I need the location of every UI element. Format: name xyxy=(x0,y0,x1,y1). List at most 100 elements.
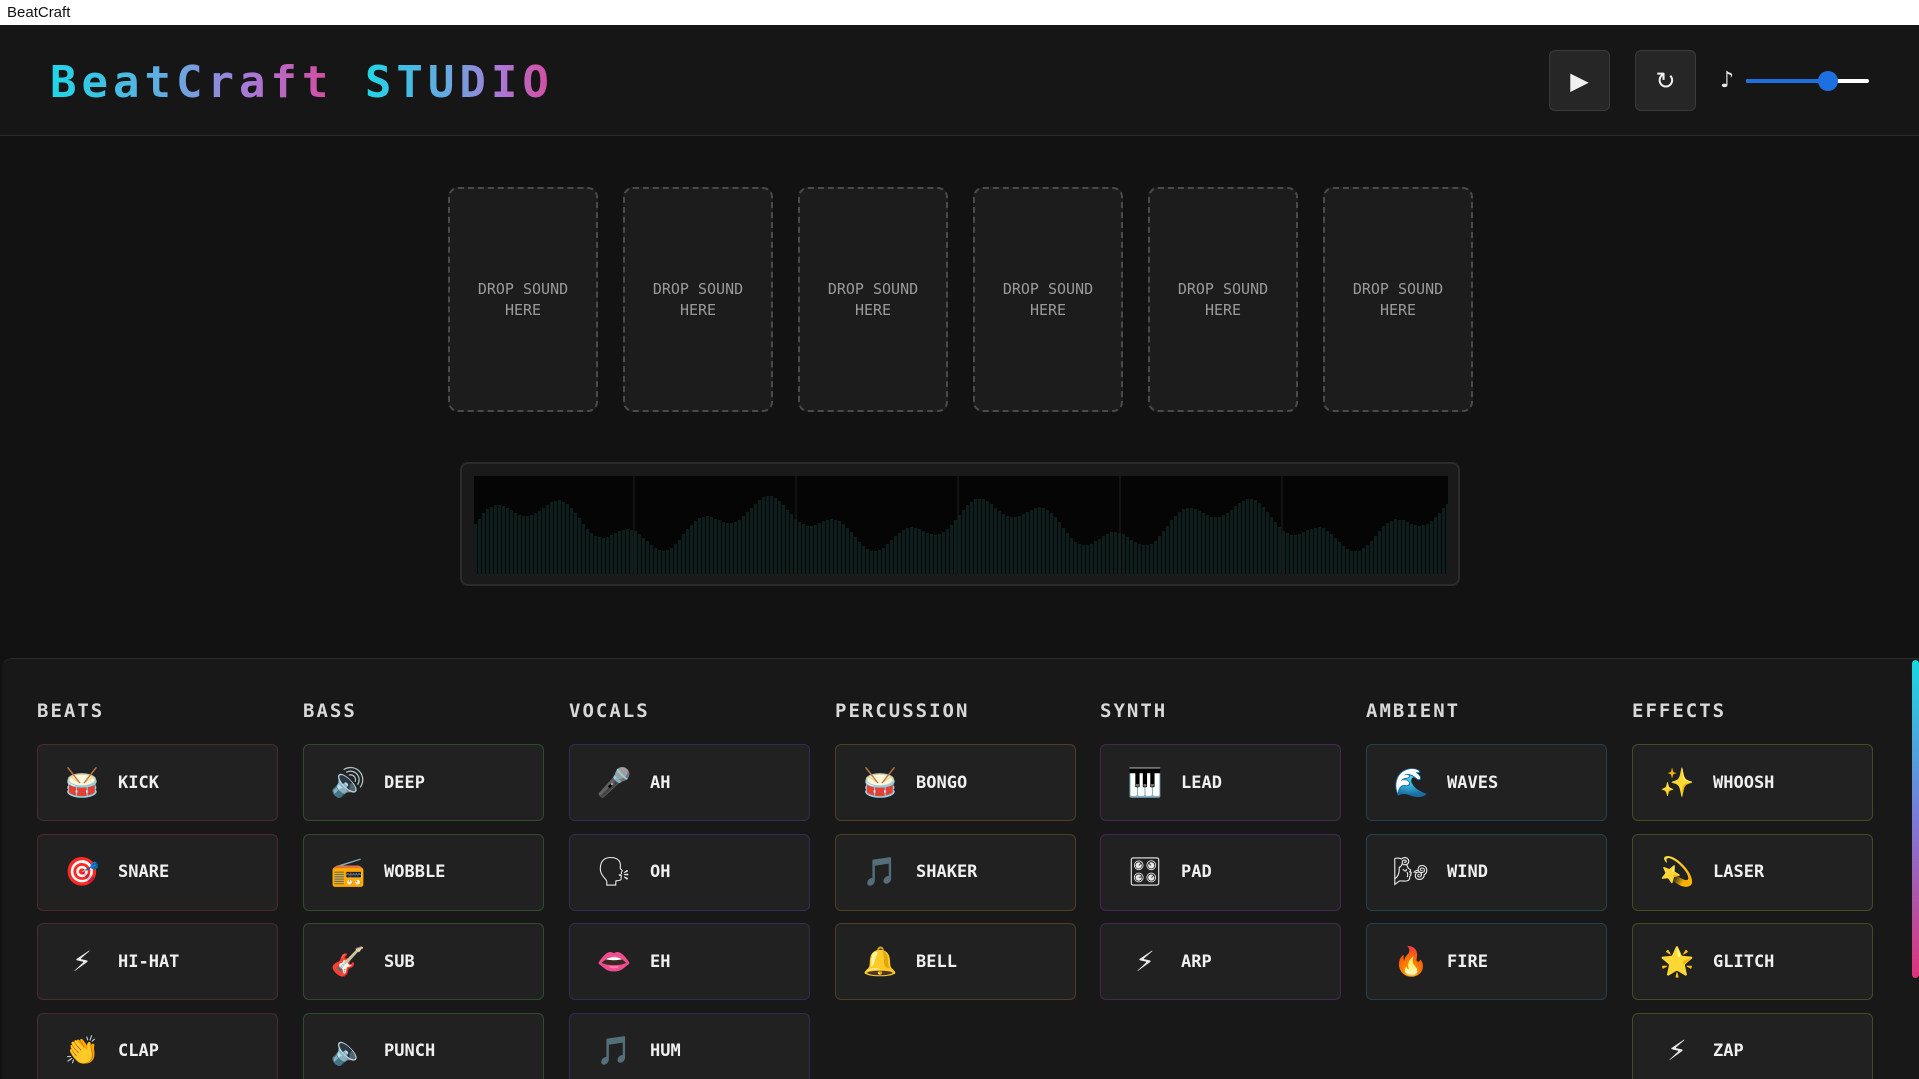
drop-slot[interactable]: DROP SOUND HERE xyxy=(798,187,948,412)
waveform-bar xyxy=(1254,500,1257,574)
waveform-bar xyxy=(1110,532,1113,574)
waveform-bar xyxy=(938,534,941,574)
fire-icon: 🔥 xyxy=(1393,944,1429,978)
window-titlebar: BeatCraft xyxy=(0,0,1919,25)
sound-button-bell[interactable]: 🔔 BELL xyxy=(835,923,1076,1000)
waveform-bar xyxy=(610,535,613,574)
waveform-bar xyxy=(474,524,477,574)
waveform-bar xyxy=(950,525,953,574)
reset-button[interactable]: ↻ xyxy=(1635,50,1696,111)
waveform-bar xyxy=(1162,531,1165,574)
sound-button-wind[interactable]: 🌬 WIND xyxy=(1366,833,1607,911)
sound-button-bongo[interactable]: 🥁 BONGO xyxy=(835,744,1076,821)
sound-button-whoosh[interactable]: ✨ WHOOSH xyxy=(1632,744,1873,821)
sound-button-shaker[interactable]: 🎵 SHAKER xyxy=(835,833,1076,911)
drop-slot[interactable]: DROP SOUND HERE xyxy=(1148,187,1298,412)
waveform-bar xyxy=(538,511,541,574)
waveform-bar xyxy=(942,532,945,574)
waveform-bar xyxy=(782,505,785,574)
volume-slider[interactable] xyxy=(1746,71,1869,91)
waveform-bar xyxy=(974,499,977,574)
sound-button-waves[interactable]: 🌊 WAVES xyxy=(1366,744,1607,821)
bell-icon: 🔔 xyxy=(862,944,898,978)
waveform-bar xyxy=(902,530,905,574)
sound-button-punch[interactable]: 🔈 PUNCH xyxy=(303,1012,544,1079)
sound-button-fire[interactable]: 🔥 FIRE xyxy=(1366,923,1607,1000)
sound-button-laser[interactable]: 💫 LASER xyxy=(1632,833,1873,911)
volume-slider-thumb[interactable] xyxy=(1818,71,1839,91)
waveform-bar xyxy=(518,515,521,574)
waveform-bar xyxy=(734,522,737,574)
sound-button-pad[interactable]: 🎛 PAD xyxy=(1100,833,1341,911)
waveform-bar xyxy=(1238,503,1241,574)
waveform-bar xyxy=(658,550,661,574)
waveform-bar xyxy=(1046,510,1049,574)
clap-icon: 👏 xyxy=(64,1034,100,1067)
waveform-bar xyxy=(1390,521,1393,574)
waveform-bar xyxy=(1362,548,1365,574)
sound-label: OH xyxy=(650,862,671,882)
waveform-bar xyxy=(1158,536,1161,574)
waveform-bar xyxy=(706,516,709,574)
waveform-bar xyxy=(838,521,841,574)
waveform-bar xyxy=(1146,545,1149,574)
waveform-bar xyxy=(1062,528,1065,574)
sound-button-clap[interactable]: 👏 CLAP xyxy=(37,1012,278,1079)
waveform-bar xyxy=(1414,525,1417,574)
waveform-bar xyxy=(1286,533,1289,574)
waveform-bar xyxy=(630,530,633,574)
logo-text-beatcraft: BeatCraft xyxy=(50,57,334,108)
sound-button-lead[interactable]: 🎹 LEAD xyxy=(1100,744,1341,821)
waveform-bar xyxy=(814,525,817,574)
sound-button-kick[interactable]: 🥁 KICK xyxy=(37,744,278,821)
sound-button-glitch[interactable]: 🌟 GLITCH xyxy=(1632,923,1873,1000)
sound-button-hum[interactable]: 🎵 HUM xyxy=(569,1012,810,1079)
sound-button-wobble[interactable]: 📻 WOBBLE xyxy=(303,833,544,911)
drop-slot[interactable]: DROP SOUND HERE xyxy=(1323,187,1473,412)
waveform-bar xyxy=(534,513,537,574)
waveform-bar xyxy=(806,526,809,574)
waveform-bar xyxy=(1078,544,1081,574)
waveform-bar xyxy=(802,524,805,574)
waveform-bar xyxy=(790,514,793,574)
waveform-bar xyxy=(1342,546,1345,574)
sound-label: KICK xyxy=(118,772,159,793)
waveform-bar xyxy=(898,533,901,574)
sound-button-zap[interactable]: ⚡ ZAP xyxy=(1632,1012,1873,1079)
waveform-bar xyxy=(1398,520,1401,574)
waveform-bar xyxy=(1258,503,1261,574)
drop-slot[interactable]: DROP SOUND HERE xyxy=(973,187,1123,412)
waveform-bar xyxy=(1190,508,1193,574)
waveform-bar xyxy=(850,532,853,574)
drop-slot[interactable]: DROP SOUND HERE xyxy=(448,187,598,412)
sound-button-ah[interactable]: 🎤 AH xyxy=(569,744,810,821)
sound-button-deep[interactable]: 🔊 DEEP xyxy=(303,744,544,821)
sound-button-eh[interactable]: 👄 EH xyxy=(569,923,810,1000)
sound-label: WOBBLE xyxy=(384,862,446,882)
waveform-bar xyxy=(810,526,813,574)
reset-icon: ↻ xyxy=(1655,66,1676,95)
waveform-bar xyxy=(1234,506,1237,574)
waveform-bar xyxy=(1134,542,1137,574)
waveform-bar xyxy=(1262,507,1265,574)
waveform-bar xyxy=(550,502,553,574)
eh-icon: 👄 xyxy=(596,944,632,978)
sound-button-arp[interactable]: ⚡ ARP xyxy=(1100,923,1341,1000)
waveform-bar xyxy=(918,529,921,574)
drop-slot-label: DROP SOUND HERE xyxy=(1177,279,1269,319)
play-button[interactable]: ▶ xyxy=(1549,50,1610,111)
sound-label: WAVES xyxy=(1447,772,1499,793)
sound-button-snare[interactable]: 🎯 SNARE xyxy=(37,833,278,911)
waveform-bar xyxy=(854,537,857,574)
waveform-bar xyxy=(1090,544,1093,574)
category-title: SYNTH xyxy=(1100,700,1168,722)
sound-button-oh[interactable]: 🗣 OH xyxy=(569,833,810,911)
category-title: EFFECTS xyxy=(1632,700,1727,722)
sound-button-hi-hat[interactable]: ⚡ HI-HAT xyxy=(37,923,278,1000)
library-scrollbar[interactable] xyxy=(1912,660,1919,978)
waveform-bar xyxy=(506,508,509,574)
sound-button-sub[interactable]: 🎸 SUB xyxy=(303,923,544,1000)
drop-slot[interactable]: DROP SOUND HERE xyxy=(623,187,773,412)
waveform-bar xyxy=(1178,512,1181,574)
waveform-bar xyxy=(1294,535,1297,574)
